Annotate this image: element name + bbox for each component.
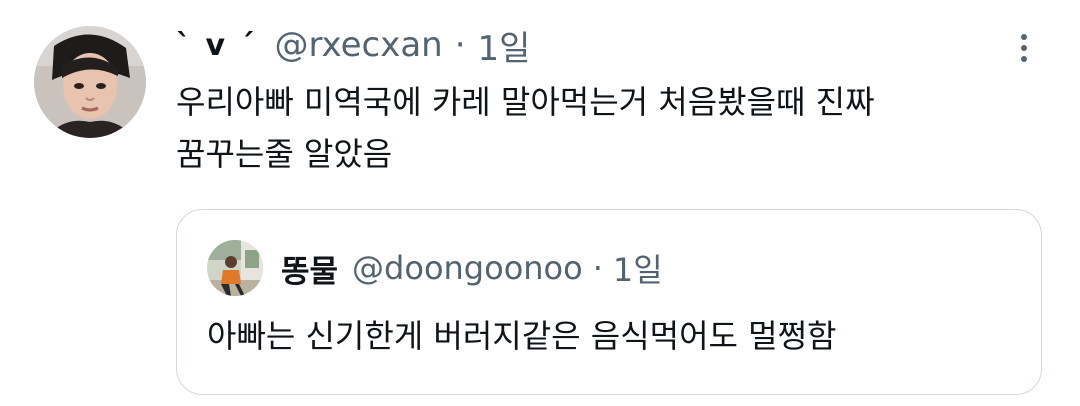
quoted-tweet-card[interactable]: 똥물 @doongoonoo · 1일 아빠는 신기한게 버러지같은 음식먹어도… <box>176 209 1042 395</box>
quoted-timestamp[interactable]: 1일 <box>613 245 663 291</box>
separator-dot: · <box>454 25 466 65</box>
quoted-tweet-text: 아빠는 신기한게 버러지같은 음식먹어도 멀쩡함 <box>207 317 837 355</box>
username-handle[interactable]: @rxecxan <box>274 25 442 65</box>
quoted-separator-dot: · <box>592 249 603 287</box>
quoted-avatar[interactable] <box>207 240 263 296</box>
tweet-header: ` v ´ @rxecxan · 1일 <box>176 18 530 72</box>
quoted-tweet-header: 똥물 @doongoonoo · 1일 <box>281 238 663 298</box>
display-name[interactable]: ` v ´ <box>176 28 256 63</box>
tweet-text: 우리아빠 미역국에 카레 말아먹는거 처음봤을때 진짜 꿈꾸는줄 알았음 <box>176 76 1036 180</box>
quoted-username-handle[interactable]: @doongoonoo <box>352 249 583 287</box>
more-vertical-icon <box>1021 34 1027 40</box>
timestamp[interactable]: 1일 <box>478 21 531 70</box>
avatar-image <box>34 26 146 138</box>
tweet[interactable]: ` v ´ @rxecxan · 1일 우리아빠 미역국에 카레 말아먹는거 처… <box>0 0 1080 406</box>
avatar[interactable] <box>34 26 146 138</box>
tweet-text-line-1: 우리아빠 미역국에 카레 말아먹는거 처음봤을때 진짜 <box>176 83 875 121</box>
tweet-text-line-2: 꿈꾸는줄 알았음 <box>176 135 393 173</box>
quoted-avatar-image <box>207 240 263 296</box>
quoted-display-name[interactable]: 똥물 <box>281 246 338 291</box>
more-options-button[interactable] <box>1004 28 1044 68</box>
